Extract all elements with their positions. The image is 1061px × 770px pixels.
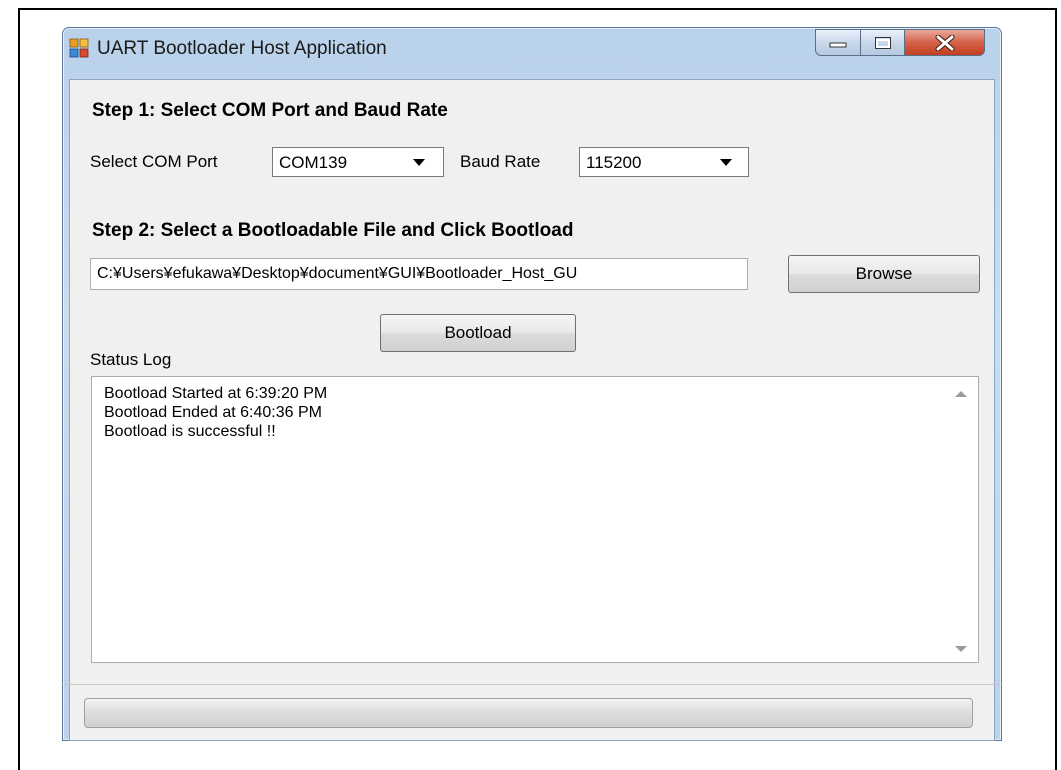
maximize-icon (874, 36, 891, 49)
com-port-value: COM139 (279, 153, 348, 172)
step1-heading: Step 1: Select COM Port and Baud Rate (92, 100, 448, 121)
minimize-icon (829, 42, 847, 47)
log-line: Bootload is successful !! (104, 423, 276, 440)
minimize-button[interactable] (815, 29, 861, 56)
baud-rate-value: 115200 (586, 153, 642, 172)
log-line: Bootload Ended at 6:40:36 PM (104, 404, 322, 421)
log-line: Bootload Started at 6:39:20 PM (104, 385, 328, 402)
status-log-label: Status Log (90, 350, 172, 369)
log-scrollbar[interactable] (944, 377, 978, 662)
chevron-down-icon (720, 159, 732, 166)
window-title: UART Bootloader Host Application (97, 38, 387, 59)
bootload-button[interactable]: Bootload (380, 314, 576, 352)
close-button[interactable] (905, 29, 985, 56)
scroll-down-icon[interactable] (955, 646, 967, 652)
app-icon (69, 38, 89, 58)
status-strip-divider (62, 684, 1002, 685)
baud-rate-label: Baud Rate (460, 152, 541, 171)
file-path-field[interactable] (90, 258, 748, 290)
maximize-button[interactable] (861, 29, 905, 56)
com-port-label: Select COM Port (90, 152, 218, 171)
browse-button[interactable]: Browse (788, 255, 980, 293)
com-port-select[interactable]: COM139 (272, 147, 444, 177)
progress-bar (84, 698, 973, 728)
file-path-input[interactable] (91, 259, 747, 289)
close-icon (935, 34, 954, 51)
baud-rate-select[interactable]: 115200 (579, 147, 749, 177)
step2-heading: Step 2: Select a Bootloadable File and C… (92, 220, 574, 241)
scroll-up-icon[interactable] (955, 391, 967, 397)
chevron-down-icon (413, 159, 425, 166)
status-log[interactable]: Bootload Started at 6:39:20 PM Bootload … (91, 376, 979, 663)
